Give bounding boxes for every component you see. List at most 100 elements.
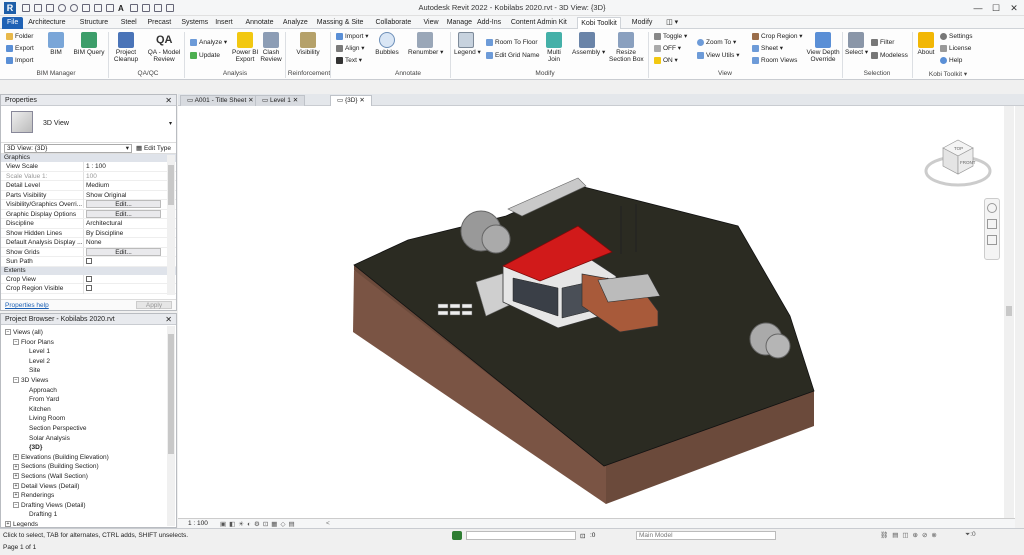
group-extents[interactable]: Extents (1, 266, 176, 275)
browser-scrollbar[interactable] (167, 326, 175, 526)
canvas-scrollbar[interactable] (1004, 106, 1014, 518)
design-option-selector[interactable]: Main Model (636, 531, 776, 540)
view-control-icons[interactable]: ▣◧☀◐⚙⊡▦◇▤ (220, 520, 298, 528)
tab-precast[interactable]: Precast (145, 17, 175, 29)
tab-view[interactable]: View (421, 17, 442, 29)
browser-item[interactable]: + Elevations (Building Elevation) (13, 453, 109, 462)
room-to-floor-button[interactable]: Room To Floor (486, 39, 538, 46)
view-tab[interactable]: ▭ Level 1 ✕ (255, 95, 306, 106)
renumber-button[interactable]: Renumber ▾ (408, 32, 443, 56)
text-button[interactable]: Text ▾ (336, 57, 362, 64)
property-checkbox[interactable] (83, 274, 161, 285)
tab-architecture[interactable]: Architecture (25, 17, 68, 29)
property-value[interactable]: 100 (83, 171, 161, 181)
instance-selector[interactable]: 3D View: {3D} ▾ (4, 144, 132, 153)
property-value[interactable]: None (83, 238, 161, 247)
tab-manage[interactable]: Manage (444, 17, 475, 29)
browser-item[interactable]: Approach (29, 386, 57, 395)
off-button[interactable]: OFF ▾ (654, 45, 681, 52)
resize-section-box-button[interactable]: Resize Section Box (609, 32, 644, 63)
group-graphics[interactable]: Graphics (1, 154, 176, 162)
qa-model-review-button[interactable]: QA QA - Model Review (146, 32, 182, 63)
edit-button[interactable]: Edit... (83, 200, 161, 208)
close-button[interactable]: ✕ (1004, 2, 1024, 14)
edit-grid-name-button[interactable]: Edit Grid Name (486, 52, 539, 59)
browser-item[interactable]: Drafting 1 (29, 510, 57, 519)
tab-structure[interactable]: Structure (77, 17, 111, 29)
view-depth-override-button[interactable]: View Depth Override (804, 32, 842, 63)
workset-selector[interactable] (466, 531, 576, 540)
browser-item[interactable]: − Floor Plans (13, 338, 54, 347)
close-icon[interactable]: ✕ (246, 97, 253, 104)
clash-review-button[interactable]: Clash Review (260, 32, 282, 63)
crop-region-button[interactable]: Crop Region ▾ (752, 33, 803, 40)
scroll-thumb[interactable] (168, 165, 174, 205)
steering-wheel-icon[interactable] (987, 203, 997, 213)
properties-help-link[interactable]: Properties help (5, 302, 49, 309)
browser-item[interactable]: − Drafting Views (Detail) (13, 501, 86, 510)
tab-add-ins[interactable]: Add-Ins (474, 17, 504, 29)
sheet-button[interactable]: Sheet ▾ (752, 45, 783, 52)
checkbox[interactable] (86, 275, 92, 282)
expand-icon[interactable]: + (13, 482, 19, 489)
align-button[interactable]: Align ▾ (336, 45, 365, 52)
browser-item[interactable]: Kitchen (29, 405, 51, 414)
update-button[interactable]: Update (190, 52, 220, 59)
bubbles-button[interactable]: Bubbles (374, 32, 400, 56)
editable-only-icon[interactable]: ⊡ (580, 532, 585, 540)
tab-steel[interactable]: Steel (118, 17, 140, 29)
tab-file[interactable]: File (2, 17, 24, 29)
minimize-button[interactable]: — (968, 2, 988, 14)
panel-title-kobi[interactable]: Kobi Toolkit ▾ (918, 70, 978, 78)
scroll-thumb[interactable] (1006, 306, 1012, 316)
edit-button-label[interactable]: Edit... (86, 247, 161, 256)
project-cleanup-button[interactable]: Project Cleanup (112, 32, 140, 63)
view-tab[interactable]: ▭ A001 - Title Sheet ✕ (180, 95, 261, 106)
selection-filter-icons[interactable]: ⛓▤◫⊕⊘⊗ (880, 531, 941, 539)
ribbon-options-icon[interactable]: ◫ ▾ (663, 17, 681, 29)
expand-icon[interactable]: + (13, 473, 19, 480)
browser-item[interactable]: + Renderings (13, 491, 54, 500)
about-button[interactable]: About (915, 32, 937, 56)
zoom-region-icon[interactable] (987, 219, 997, 229)
close-icon[interactable]: ✕ (358, 97, 364, 104)
room-views-button[interactable]: Room Views (752, 57, 797, 64)
browser-item[interactable]: Section Perspective (29, 424, 86, 433)
help-button[interactable]: Help (940, 57, 962, 64)
zoom-to-button[interactable]: Zoom To ▾ (697, 39, 736, 46)
select-button[interactable]: Select ▾ (845, 32, 868, 56)
import-button[interactable]: Import (6, 57, 33, 64)
tab-analyze[interactable]: Analyze (280, 17, 311, 29)
edit-button[interactable]: Edit... (83, 247, 161, 256)
power-bi-export-button[interactable]: Power BI Export (232, 32, 258, 63)
tab-collaborate[interactable]: Collaborate (372, 17, 414, 29)
collapse-icon[interactable]: − (13, 377, 19, 384)
checkbox[interactable] (86, 258, 92, 264)
viewcube[interactable]: TOP FRONT (923, 136, 993, 191)
edit-type-button[interactable]: ▦ Edit Type (136, 144, 171, 152)
property-checkbox[interactable] (83, 257, 161, 267)
bim-query-button[interactable]: BIM Query (72, 32, 106, 56)
property-value[interactable]: By Discipline (83, 228, 161, 238)
edit-button-label[interactable]: Edit... (86, 209, 161, 218)
browser-item[interactable]: + Legends (5, 520, 38, 527)
scroll-thumb[interactable] (168, 334, 174, 454)
filter-icon[interactable]: ⏷:0 (965, 531, 976, 539)
tab-systems[interactable]: Systems (178, 17, 211, 29)
edit-button[interactable]: Edit... (83, 209, 161, 218)
assembly-button[interactable]: Assembly ▾ (572, 32, 605, 56)
browser-item[interactable]: From Yard (29, 395, 59, 404)
workset-icon[interactable] (452, 531, 462, 540)
tab-modify[interactable]: Modify (629, 17, 656, 29)
legend-button[interactable]: Legend ▾ (454, 32, 481, 56)
property-value[interactable]: 1 : 100 (83, 162, 161, 171)
filter-button[interactable]: Filter (871, 39, 894, 46)
folder-button[interactable]: Folder (6, 33, 33, 40)
property-value[interactable]: Medium (83, 181, 161, 190)
export-button[interactable]: Export (6, 45, 34, 52)
browser-item[interactable]: − Views (all) (5, 328, 43, 337)
tab-annotate[interactable]: Annotate (243, 17, 277, 29)
zoom-extents-icon[interactable] (987, 235, 997, 245)
checkbox[interactable] (86, 285, 92, 291)
maximize-button[interactable]: ☐ (986, 2, 1006, 14)
